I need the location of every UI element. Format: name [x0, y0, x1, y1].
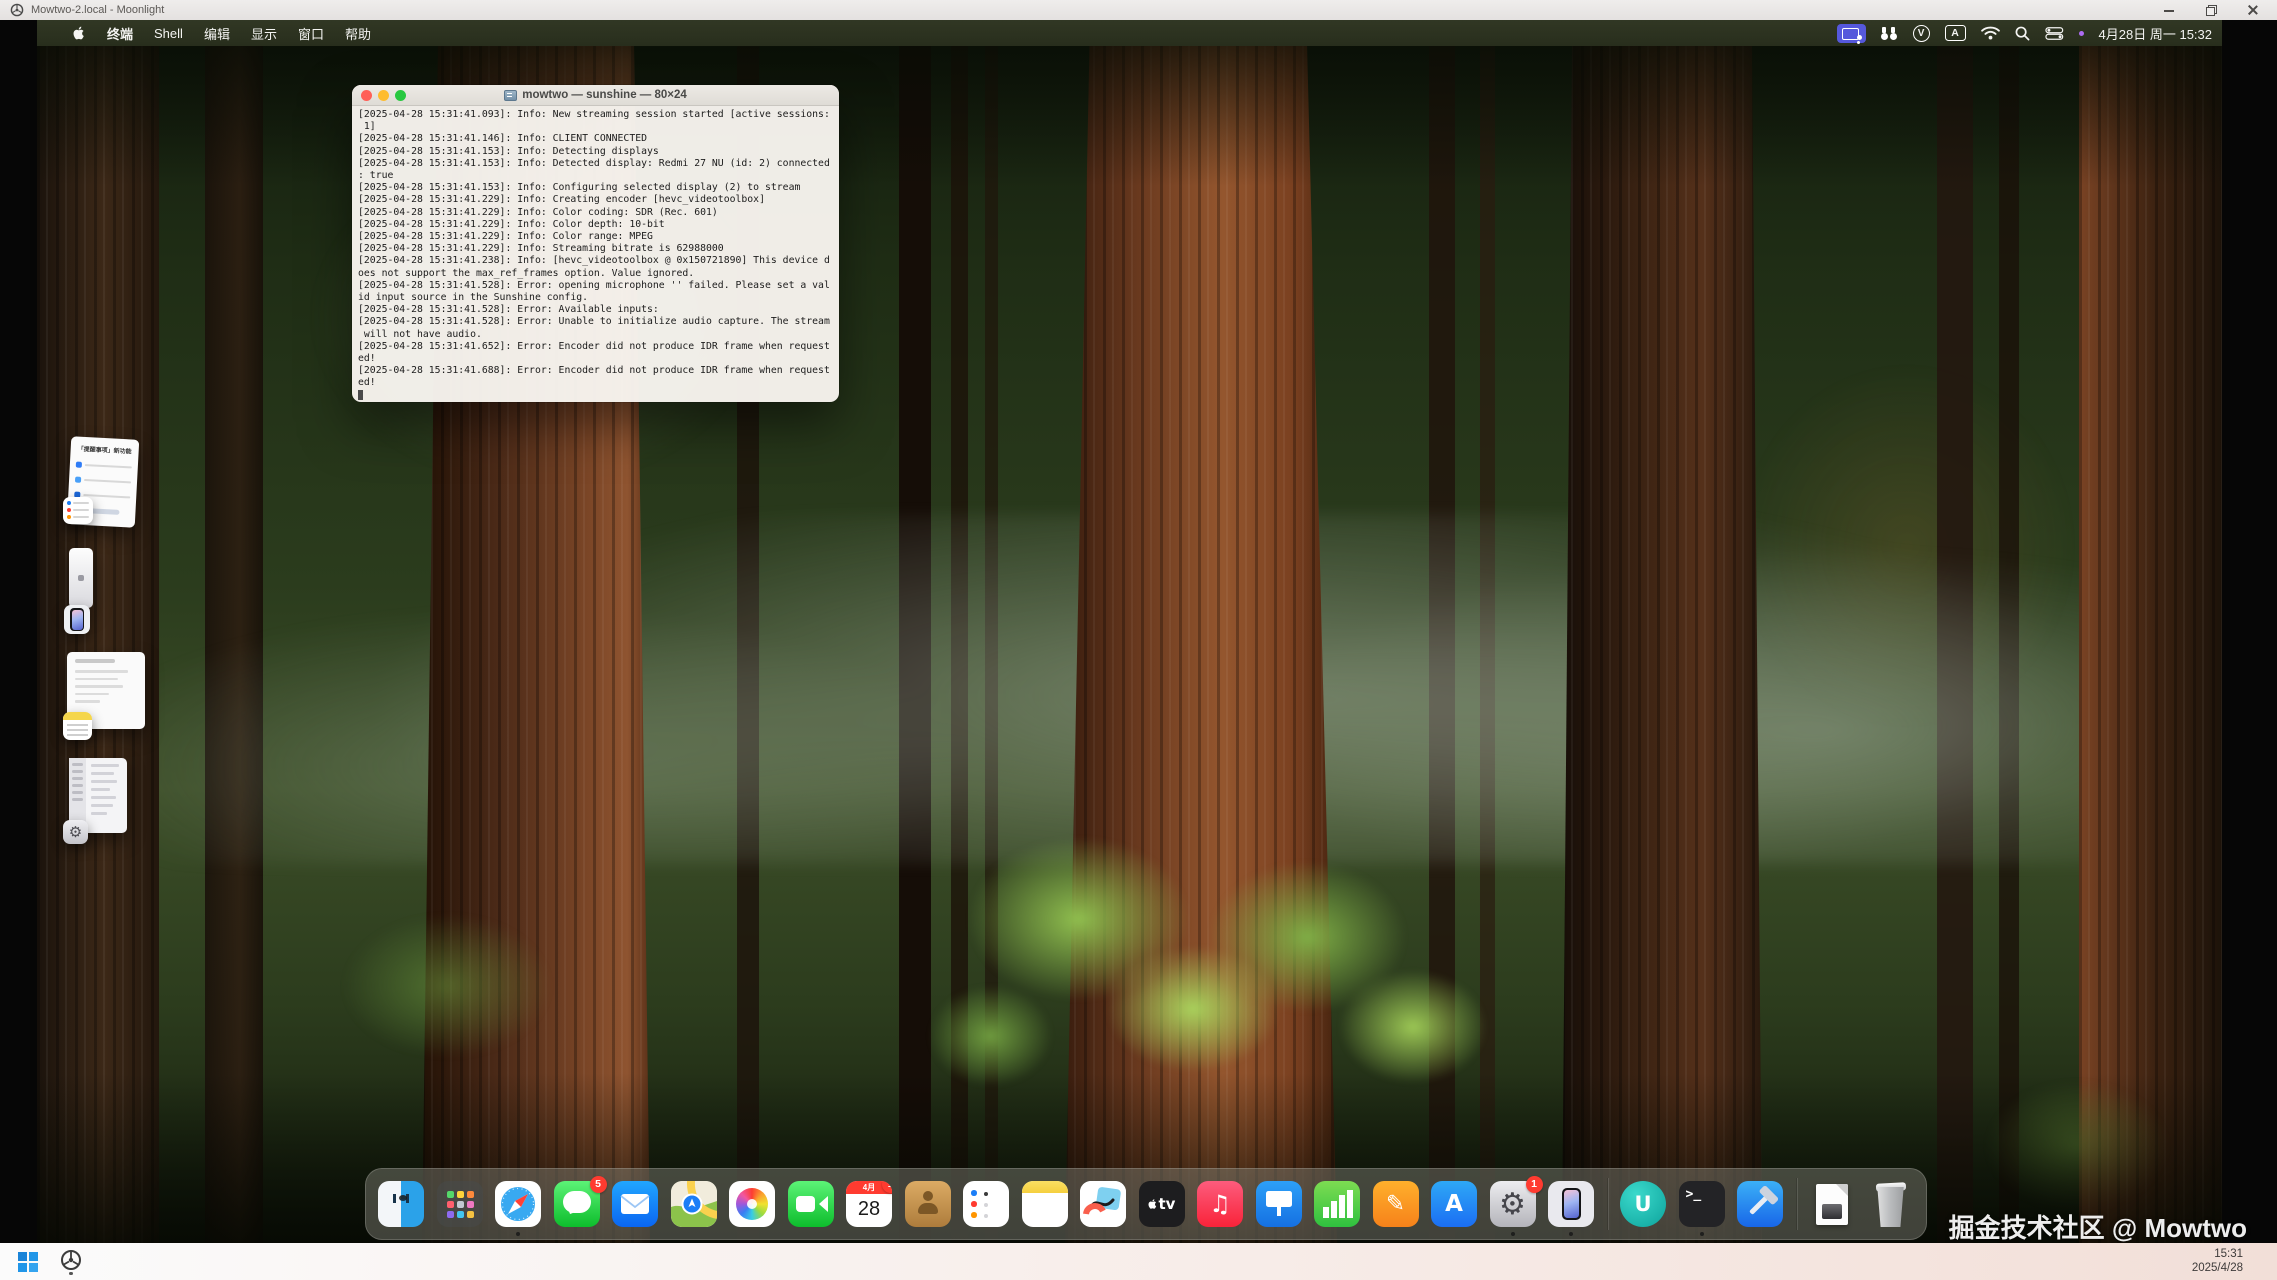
dock-icon-utm[interactable]: U [1620, 1181, 1666, 1227]
terminal-titlebar[interactable]: mowtwo — sunshine — 80×24 [352, 85, 839, 106]
dock-icon-launchpad[interactable] [437, 1181, 483, 1227]
bar-chart-icon [1314, 1181, 1360, 1227]
dock-icon-keynote[interactable] [1256, 1181, 1302, 1227]
windows-titlebar: Mowtwo-2.local - Moonlight [0, 0, 2277, 20]
freeform-icon [1080, 1181, 1126, 1227]
taskbar-date: 2025/4/28 [2192, 1262, 2243, 1276]
close-button[interactable] [2247, 4, 2259, 16]
wifi-icon[interactable] [1981, 26, 2000, 40]
calendar-day-label: 28 [846, 1194, 892, 1224]
terminal-output[interactable]: [2025-04-28 15:31:41.093]: Info: New str… [352, 106, 839, 402]
moonlight-logo-icon [10, 3, 24, 17]
terminal-window: mowtwo — sunshine — 80×24 [2025-04-28 15… [352, 85, 839, 402]
reminders-card-title: 「提醒事项」新功能 [77, 444, 133, 456]
binoculars-icon[interactable] [1881, 27, 1898, 40]
mac-desktop: 终端 Shell 编辑 显示 窗口 帮助 A [37, 20, 2222, 1243]
apple-menu-icon[interactable] [73, 25, 86, 41]
dock-icon-mail[interactable] [612, 1181, 658, 1227]
dock-icon-pages[interactable]: ✎ [1373, 1181, 1419, 1227]
safari-compass-icon [495, 1181, 541, 1227]
menu-view[interactable]: 显示 [251, 24, 277, 43]
windows-start-button[interactable] [18, 1252, 38, 1272]
apple-logo-icon [1148, 1198, 1158, 1210]
menubar-clock[interactable]: 4月28日 周一 15:32 [2099, 24, 2212, 43]
trash-basket-icon [1874, 1187, 1907, 1227]
terminal-log-text: [2025-04-28 15:31:41.093]: Info: New str… [358, 109, 833, 390]
dock-icon-finder[interactable] [378, 1181, 424, 1227]
terminal-prompt-icon: >_ [1679, 1181, 1725, 1227]
taskbar-clock[interactable]: 15:31 2025/4/28 [2192, 1248, 2277, 1275]
windows-taskbar: 15:31 2025/4/28 [0, 1243, 2277, 1280]
mac-menubar: 终端 Shell 编辑 显示 窗口 帮助 A [37, 20, 2222, 46]
appletv-label: tv [1159, 1195, 1176, 1213]
dock-icon-iphone-mirroring[interactable] [1548, 1181, 1594, 1227]
dock-icon-notes[interactable] [1022, 1181, 1068, 1227]
restore-button[interactable] [2205, 4, 2217, 16]
dock-separator [1607, 1178, 1608, 1230]
watermark-text: 掘金技术社区 @ Mowtwo [1949, 1208, 2247, 1245]
dock-icon-messages[interactable]: 5 [554, 1181, 600, 1227]
music-note-icon: ♫ [1197, 1181, 1243, 1227]
terminal-cursor [358, 390, 363, 400]
dock-icon-appletv[interactable]: tv [1139, 1181, 1185, 1227]
menu-help[interactable]: 帮助 [345, 24, 371, 43]
dock-icon-document[interactable] [1809, 1181, 1855, 1227]
dock-icon-appstore[interactable]: A [1431, 1181, 1477, 1227]
dock-icon-photos[interactable] [729, 1181, 775, 1227]
v-circle-icon[interactable] [1913, 25, 1930, 42]
taskbar-moonlight-icon[interactable] [60, 1249, 82, 1275]
hammer-icon [1737, 1181, 1783, 1227]
spotlight-search-icon[interactable] [2015, 26, 2030, 41]
menu-edit[interactable]: 编辑 [204, 24, 230, 43]
dock-icon-calendar[interactable]: 1 4月 28 [846, 1181, 892, 1227]
iphone-icon [1562, 1188, 1581, 1220]
dock-icon-music[interactable]: ♫ [1197, 1181, 1243, 1227]
dock-icon-reminders[interactable] [963, 1181, 1009, 1227]
dock-icon-system-settings[interactable]: 1 ⚙ [1490, 1181, 1536, 1227]
dock-icon-contacts[interactable] [905, 1181, 951, 1227]
terminal-document-icon [504, 90, 517, 101]
utm-u-label: U [1620, 1181, 1666, 1227]
menu-window[interactable]: 窗口 [298, 24, 324, 43]
dock-icon-terminal[interactable]: >_ [1679, 1181, 1725, 1227]
messages-badge: 5 [590, 1176, 607, 1193]
taskbar-time: 15:31 [2192, 1248, 2243, 1262]
iphone-mirroring-app-icon[interactable] [64, 605, 90, 634]
recording-indicator-dot [2079, 31, 2084, 36]
screen-sharing-indicator[interactable] [1837, 24, 1866, 43]
maps-icon [671, 1181, 717, 1227]
window-title: Mowtwo-2.local - Moonlight [31, 4, 164, 16]
minimize-button[interactable] [2163, 4, 2175, 16]
pen-icon: ✎ [1373, 1181, 1419, 1227]
stage-thumbnail-iphone-mirroring[interactable] [69, 548, 93, 608]
appstore-a-label: A [1431, 1181, 1477, 1227]
dock-icon-freeform[interactable] [1080, 1181, 1126, 1227]
dock: 5 1 4月 [365, 1168, 1927, 1240]
dock-icon-numbers[interactable] [1314, 1181, 1360, 1227]
moonlight-window: Mowtwo-2.local - Moonlight 终端 Shell 编辑 显… [0, 0, 2277, 1280]
dock-icon-trash[interactable] [1868, 1181, 1914, 1227]
dock-separator [1796, 1178, 1797, 1230]
envelope-icon [612, 1181, 658, 1227]
notes-app-icon[interactable] [63, 712, 92, 740]
reminders-app-icon[interactable] [63, 497, 93, 524]
settings-badge: 1 [1526, 1176, 1543, 1193]
document-page-icon [1816, 1184, 1848, 1225]
dock-icon-safari[interactable] [495, 1181, 541, 1227]
control-center-icon[interactable] [2045, 27, 2064, 40]
dock-icon-xcode[interactable] [1737, 1181, 1783, 1227]
dock-icon-maps[interactable] [671, 1181, 717, 1227]
system-settings-app-icon[interactable] [63, 820, 88, 844]
menu-terminal[interactable]: 终端 [107, 24, 133, 43]
menu-shell[interactable]: Shell [154, 26, 183, 41]
input-method-icon[interactable]: A [1945, 25, 1966, 41]
dock-icon-facetime[interactable] [788, 1181, 834, 1227]
terminal-window-title: mowtwo — sunshine — 80×24 [522, 89, 687, 101]
